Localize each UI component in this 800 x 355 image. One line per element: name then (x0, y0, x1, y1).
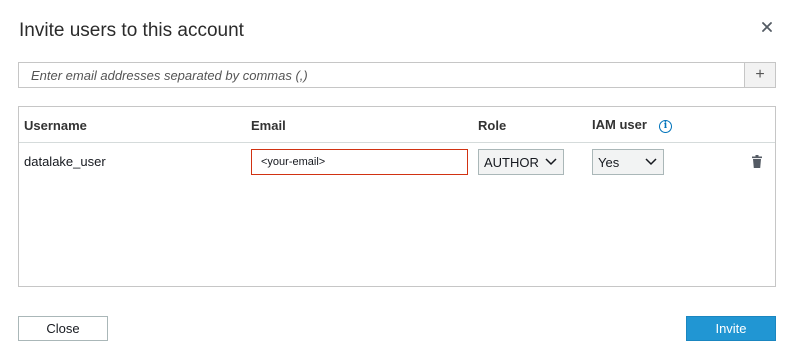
column-header-email: Email (251, 118, 286, 133)
trash-icon[interactable] (752, 155, 762, 168)
table-row: datalake_user AUTHOR Yes (19, 143, 775, 181)
role-select[interactable]: AUTHOR (478, 149, 564, 175)
role-select-value: AUTHOR (484, 154, 539, 170)
iam-user-select[interactable]: Yes (592, 149, 664, 175)
table-header: Username Email Role IAM user i (19, 107, 775, 143)
iam-user-label: IAM user (592, 117, 647, 132)
chevron-down-icon (545, 158, 557, 166)
column-header-iam-user: IAM user i (592, 117, 672, 133)
user-email-input[interactable] (251, 149, 468, 175)
plus-icon: + (755, 66, 765, 83)
invite-button[interactable]: Invite (686, 316, 776, 341)
users-table: Username Email Role IAM user i datalake_u… (18, 106, 776, 287)
username-cell: datalake_user (24, 154, 106, 169)
chevron-down-icon (645, 158, 657, 166)
info-icon[interactable]: i (658, 120, 672, 133)
iam-user-select-value: Yes (598, 154, 620, 170)
column-header-role: Role (478, 118, 507, 133)
dialog-title: Invite users to this account (19, 20, 244, 41)
email-addresses-input[interactable] (19, 63, 744, 87)
close-icon[interactable] (758, 18, 776, 36)
email-entry-bar: + (18, 62, 776, 88)
add-email-button[interactable]: + (744, 63, 775, 87)
close-button[interactable]: Close (18, 316, 108, 341)
column-header-username: Username (24, 118, 87, 133)
